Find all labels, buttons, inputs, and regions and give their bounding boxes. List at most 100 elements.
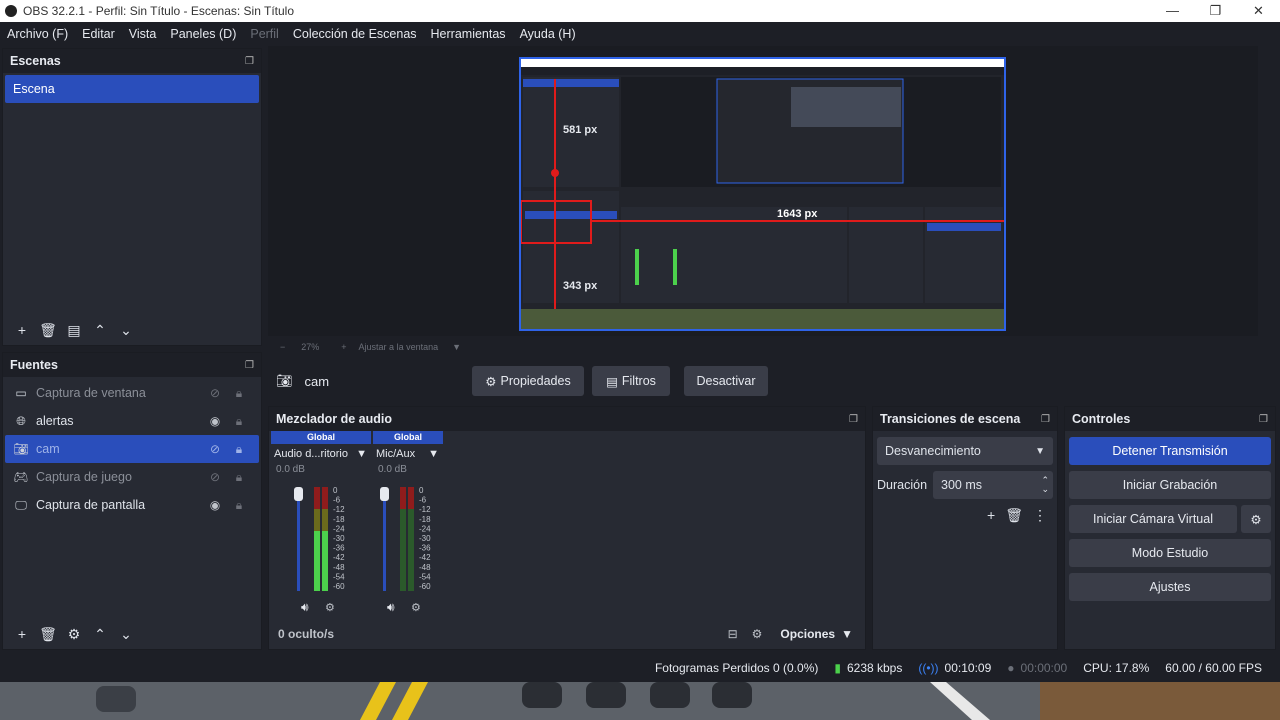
db-scale-label: -30 <box>333 534 345 543</box>
stop-stream-button[interactable]: Detener Transmisión <box>1069 437 1271 465</box>
eye-hidden-icon[interactable]: ⊘ <box>203 386 227 400</box>
volume-slider-handle[interactable] <box>380 487 389 501</box>
add-transition-icon[interactable]: + <box>987 507 995 524</box>
menu-bar: Archivo (F) Editar Vista Paneles (D) Per… <box>0 22 1280 46</box>
signal-bars-icon: ▮ <box>834 661 841 675</box>
lock-icon[interactable]: 🔒︎ <box>227 414 251 429</box>
channel-selector[interactable]: Mic/Aux ▼ <box>373 444 443 460</box>
lock-icon[interactable]: 🔒︎ <box>227 470 251 485</box>
gamepad-icon: 🎮︎ <box>13 470 29 484</box>
close-button[interactable]: ✕ <box>1237 0 1280 22</box>
properties-button[interactable]: ⚙ Propiedades <box>472 366 584 396</box>
move-up-icon[interactable]: ⌃ <box>87 626 113 643</box>
filter-icon: ▤ <box>606 374 618 389</box>
lock-icon[interactable]: 🔒︎ <box>227 386 251 401</box>
undock-icon[interactable]: ❐ <box>849 414 858 425</box>
db-scale-label: -30 <box>419 534 431 543</box>
undock-icon[interactable]: ❐ <box>1041 414 1050 425</box>
source-item[interactable]: 📷︎ cam ⊘ 🔒︎ <box>5 435 259 463</box>
transition-select[interactable]: Desvanecimiento ▼ <box>877 437 1053 465</box>
bitrate-text: 6238 kbps <box>846 661 903 675</box>
filters-button[interactable]: ▤ Filtros <box>592 366 670 396</box>
scene-name: Escena <box>13 82 55 96</box>
menu-ayuda[interactable]: Ayuda (H) <box>520 27 576 41</box>
add-scene-icon[interactable]: + <box>9 322 35 338</box>
deactivate-button[interactable]: Desactivar <box>684 366 768 396</box>
source-name: cam <box>36 442 60 456</box>
menu-editar[interactable]: Editar <box>82 27 115 41</box>
volume-slider-handle[interactable] <box>294 487 303 501</box>
speaker-icon[interactable]: 🔊︎ <box>301 600 309 614</box>
lock-icon[interactable]: 🔒︎ <box>227 442 251 457</box>
advanced-audio-gear-icon[interactable]: ⚙ <box>752 627 763 641</box>
duration-spinbox[interactable]: 300 ms ⌃ ⌄ <box>933 471 1053 499</box>
layout-icon[interactable]: ⊟ <box>728 627 738 641</box>
menu-perfil[interactable]: Perfil <box>250 27 278 41</box>
undock-icon[interactable]: ❐ <box>1259 414 1268 425</box>
undock-icon[interactable]: ❐ <box>245 56 254 67</box>
scene-filters-icon[interactable]: ▤ <box>61 322 87 339</box>
source-item[interactable]: ▭ Captura de ventana ⊘ 🔒︎ <box>5 379 259 407</box>
zoom-in-icon[interactable]: + <box>341 342 346 352</box>
scenes-toolbar: + 🗑 ▤ ⌃ ⌄ <box>3 315 261 345</box>
undock-icon[interactable]: ❐ <box>245 360 254 371</box>
source-properties-gear-icon[interactable]: ⚙ <box>61 626 87 643</box>
move-up-icon[interactable]: ⌃ <box>87 322 113 339</box>
preview-area[interactable]: 581 px 1643 px 343 px − 27% + Ajustar a … <box>268 46 1280 358</box>
filters-label: Filtros <box>621 374 656 388</box>
gear-icon[interactable]: ⚙ <box>325 602 335 614</box>
zoom-out-icon[interactable]: − <box>280 342 285 352</box>
studio-mode-button[interactable]: Modo Estudio <box>1069 539 1271 567</box>
more-options-icon[interactable]: ⋮ <box>1033 507 1047 524</box>
volume-slider-track[interactable] <box>297 491 300 591</box>
start-record-button[interactable]: Iniciar Grabación <box>1069 471 1271 499</box>
sources-dock-title: Fuentes ❐ <box>3 353 261 377</box>
menu-herramientas[interactable]: Herramientas <box>431 27 506 41</box>
eye-icon[interactable]: ◉ <box>203 498 227 512</box>
cpu-usage: CPU: 17.8% <box>1083 661 1149 675</box>
options-button[interactable]: Opciones <box>780 627 835 641</box>
speaker-icon[interactable]: 🔊︎ <box>387 600 395 614</box>
menu-archivo[interactable]: Archivo (F) <box>7 27 68 41</box>
eye-hidden-icon[interactable]: ⊘ <box>203 442 227 456</box>
minimize-button[interactable]: — <box>1151 0 1194 22</box>
zoom-dropdown-icon[interactable]: ▼ <box>452 342 461 352</box>
remove-transition-icon[interactable]: 🗑 <box>1005 507 1023 524</box>
add-source-icon[interactable]: + <box>9 626 35 642</box>
menu-paneles[interactable]: Paneles (D) <box>170 27 236 41</box>
menu-vista[interactable]: Vista <box>129 27 157 41</box>
duration-row: Duración 300 ms ⌃ ⌄ <box>877 471 1053 499</box>
start-virtual-camera-button[interactable]: Iniciar Cámara Virtual <box>1069 505 1237 533</box>
stream-antenna-icon: ((•)) <box>918 661 939 675</box>
dropped-frames: Fotogramas Perdidos 0 (0.0%) <box>655 661 818 675</box>
preview-canvas[interactable]: 581 px 1643 px 343 px <box>268 46 1258 336</box>
scene-item-escena[interactable]: Escena <box>5 75 259 103</box>
move-down-icon[interactable]: ⌄ <box>113 322 139 339</box>
preview-vertical-scrollbar[interactable] <box>1262 46 1280 336</box>
camera-icon: 📷︎ <box>13 442 29 456</box>
remove-scene-icon[interactable]: 🗑 <box>35 322 61 339</box>
eye-icon[interactable]: ◉ <box>203 414 227 428</box>
transitions-dock: Transiciones de escena ❐ Desvanecimiento… <box>872 406 1058 650</box>
fps: 60.00 / 60.00 FPS <box>1165 661 1262 675</box>
maximize-button[interactable]: ❐ <box>1194 0 1237 22</box>
source-item[interactable]: 🖵︎ Captura de pantalla ◉ 🔒︎ <box>5 491 259 519</box>
volume-slider-track[interactable] <box>383 491 386 591</box>
db-scale-label: -12 <box>333 505 345 514</box>
settings-button[interactable]: Ajustes <box>1069 573 1271 601</box>
chevron-down-icon[interactable]: ▼ <box>841 627 853 641</box>
db-scale-label: -6 <box>333 496 341 505</box>
stepper-icon[interactable]: ⌃ ⌄ <box>1041 476 1049 494</box>
eye-hidden-icon[interactable]: ⊘ <box>203 470 227 484</box>
menu-coleccion-escenas[interactable]: Colección de Escenas <box>293 27 417 41</box>
source-item[interactable]: 🌐︎ alertas ◉ 🔒︎ <box>5 407 259 435</box>
remove-source-icon[interactable]: 🗑 <box>35 626 61 643</box>
move-down-icon[interactable]: ⌄ <box>113 626 139 643</box>
lock-icon[interactable]: 🔒︎ <box>227 498 251 513</box>
source-item[interactable]: 🎮︎ Captura de juego ⊘ 🔒︎ <box>5 463 259 491</box>
fit-window-label[interactable]: Ajustar a la ventana <box>359 342 439 352</box>
gear-icon[interactable]: ⚙ <box>411 602 421 614</box>
source-context-bar: 📷︎ cam ⚙ Propiedades ▤ Filtros Desactiva… <box>268 362 1280 400</box>
channel-selector[interactable]: Audio d...ritorio ▼ <box>271 444 371 460</box>
virtual-camera-gear-icon[interactable]: ⚙ <box>1241 505 1271 533</box>
